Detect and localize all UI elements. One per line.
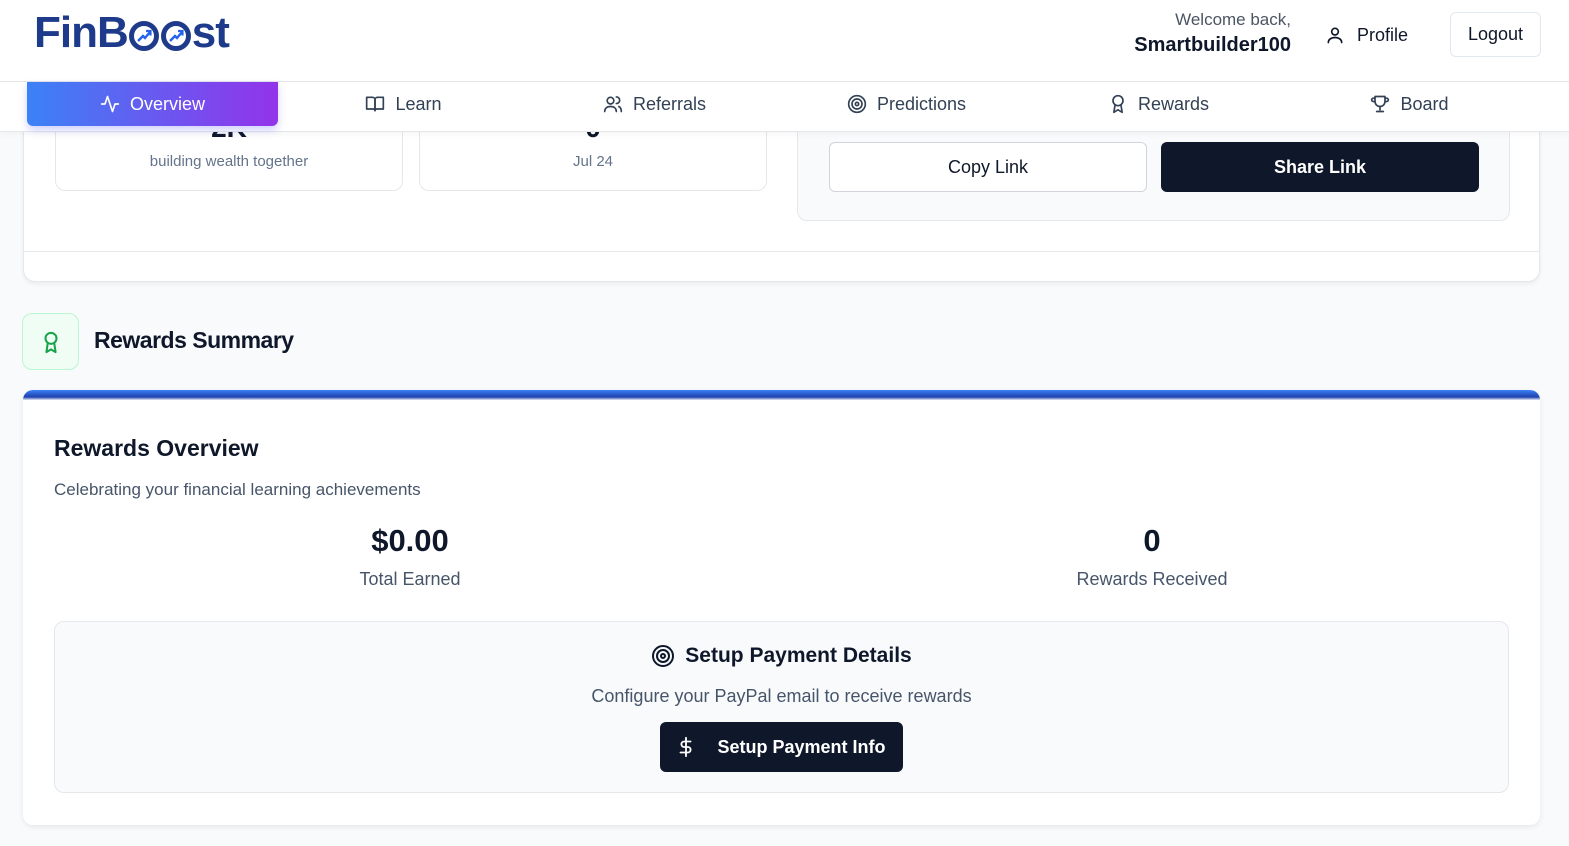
- app-header: FinB st Welcome back, Smartbuilder100 Pro…: [0, 0, 1569, 82]
- logo-text-end: st: [191, 8, 230, 57]
- rewards-overview-card: Rewards Overview Celebrating your financ…: [23, 390, 1540, 825]
- logo-text-start: FinB: [34, 8, 129, 57]
- trophy-icon: [1371, 95, 1390, 113]
- profile-button[interactable]: Profile: [1325, 20, 1408, 50]
- payment-setup-title: Setup Payment Details: [685, 644, 912, 667]
- rewards-overview-title: Rewards Overview: [54, 435, 259, 461]
- book-open-icon: [366, 96, 385, 112]
- tab-referrals[interactable]: Referrals: [529, 82, 780, 126]
- payment-setup-subtitle: Configure your PayPal email to receive r…: [591, 686, 972, 706]
- tab-referrals-label: Referrals: [632, 93, 707, 114]
- share-link-button[interactable]: Share Link: [1161, 142, 1479, 192]
- rewards-received-stat: 0 Rewards Received: [952, 523, 1352, 590]
- payment-setup-box: Setup Payment Details Configure your Pay…: [54, 621, 1509, 793]
- total-earned-stat: $0.00 Total Earned: [210, 523, 610, 590]
- tab-board-label: Board: [1400, 93, 1449, 114]
- username: Smartbuilder100: [1134, 34, 1291, 56]
- rewards-overview-subtitle: Celebrating your financial learning achi…: [54, 480, 421, 499]
- welcome-block: Welcome back, Smartbuilder100: [1134, 10, 1291, 57]
- copy-link-button[interactable]: Copy Link: [829, 142, 1147, 192]
- profile-label: Profile: [1357, 24, 1409, 45]
- target-icon: [847, 94, 867, 114]
- rewards-received-label: Rewards Received: [1076, 569, 1228, 589]
- main-nav: Overview Learn Referrals Predictions Rew…: [0, 82, 1569, 132]
- user-icon: [1327, 27, 1343, 44]
- logo-growth-icon: [160, 21, 191, 51]
- logout-button[interactable]: Logout: [1450, 12, 1541, 57]
- total-earned-label: Total Earned: [359, 569, 461, 589]
- logo-growth-icon: [128, 21, 159, 51]
- award-icon: [43, 331, 58, 353]
- setup-payment-label: Setup Payment Info: [717, 736, 886, 757]
- target-icon: [652, 645, 675, 667]
- tab-learn-label: Learn: [395, 93, 442, 114]
- tab-overview[interactable]: Overview: [27, 82, 278, 126]
- users-icon: [603, 96, 623, 113]
- tab-predictions-label: Predictions: [876, 93, 967, 114]
- dollar-icon: [680, 736, 692, 758]
- date-stat-caption: Jul 24: [572, 153, 614, 170]
- tab-rewards[interactable]: Rewards: [1033, 82, 1284, 126]
- tab-overview-label: Overview: [129, 93, 205, 114]
- tab-board[interactable]: Board: [1284, 82, 1535, 126]
- section-title: Rewards Summary: [94, 327, 294, 353]
- award-icon: [1112, 94, 1124, 114]
- activity-icon: [100, 95, 120, 113]
- divider: [24, 251, 1539, 252]
- tab-learn[interactable]: Learn: [278, 82, 529, 126]
- payment-setup-heading: Setup Payment Details: [55, 644, 1508, 668]
- card-accent-bar: [23, 390, 1540, 400]
- rewards-received-value: 0: [1143, 523, 1161, 558]
- total-earned-value: $0.00: [371, 523, 449, 558]
- community-stat-caption: building wealth together: [149, 153, 309, 170]
- tab-rewards-label: Rewards: [1137, 93, 1210, 114]
- rewards-summary-badge: [22, 313, 79, 370]
- tab-predictions[interactable]: Predictions: [781, 82, 1032, 126]
- finboost-logo[interactable]: FinB st: [34, 8, 230, 58]
- welcome-text: Welcome back,: [1175, 10, 1291, 29]
- setup-payment-button[interactable]: Setup Payment Info: [660, 722, 903, 772]
